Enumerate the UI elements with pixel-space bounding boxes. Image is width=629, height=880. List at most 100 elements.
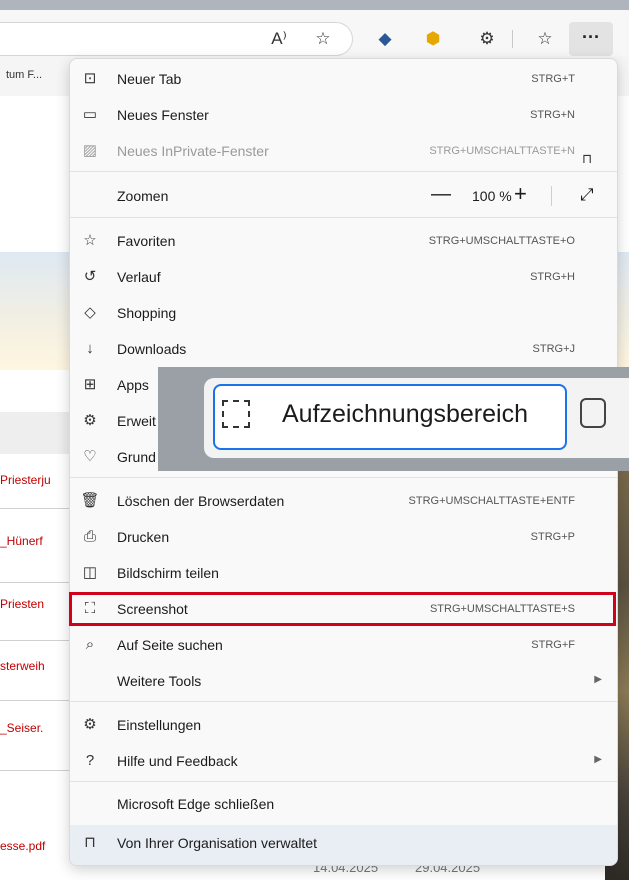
divider [0,640,70,641]
menu-item-label: Downloads [117,341,187,357]
menu-item-shortcut: STRG+J [532,343,575,355]
share-screen-icon: ◫ [82,564,98,581]
essentials-icon: ♡ [83,448,97,465]
menu-item-label: Grund [117,449,156,465]
read-aloud-icon[interactable]: A⁾ [266,26,292,52]
zoom-out-button[interactable]: — [431,183,451,206]
managed-lock-icon: ⊓ [582,151,593,166]
menu-item-favorites[interactable]: ☆ Favoriten STRG+UMSCHALTTASTE+O [70,223,617,259]
menu-divider [70,171,617,172]
apps-icon: ⊞ [83,376,97,393]
favorites-bar-item[interactable]: tum F... [6,69,42,81]
menu-divider [70,217,617,218]
divider [0,582,70,583]
menu-item-label: Neues Fenster [117,107,209,123]
menu-item-label: Favoriten [117,233,176,249]
menu-item-new-window[interactable]: ▭ Neues Fenster STRG+N [70,97,617,133]
help-icon: ? [85,752,95,769]
menu-item-downloads[interactable]: ↓ Downloads STRG+J [70,331,617,367]
menu-item-share-screen[interactable]: ◫ Bildschirm teilen [70,555,617,591]
settings-gear-icon: ⚙ [83,716,97,733]
menu-item-shortcut: STRG+P [530,531,575,543]
new-window-icon: ▭ [82,106,98,123]
menu-item-clear-browsing-data[interactable]: 🗑 Löschen der Browserdaten STRG+UMSCHALT… [70,483,617,519]
menu-item-shortcut: STRG+H [530,271,575,283]
page-link[interactable]: Priesten [0,597,44,611]
menu-item-label: Erweit [117,413,156,429]
briefcase-icon: ⊓ [84,834,96,851]
extension-badge-icon[interactable]: ⬢ [420,26,446,52]
menu-item-shortcut: STRG+N [530,109,575,121]
favorites-icon[interactable]: ☆ [532,26,558,52]
fullscreen-icon[interactable]: ⤢ [580,185,594,205]
new-tab-icon: ⊡ [83,70,97,87]
menu-item-label: Weitere Tools [117,673,202,689]
menu-item-zoom: Zoomen — 100 % + ⤢ [70,178,617,214]
menu-item-label: Einstellungen [117,717,202,733]
zoom-label: Zoomen [117,188,169,204]
download-icon: ↓ [86,340,94,357]
page-link[interactable]: _Hünerf [0,534,43,548]
menu-item-label: Verlauf [117,269,161,285]
history-icon: ↺ [83,268,97,285]
chevron-right-icon: ▶ [594,674,602,685]
menu-item-print[interactable]: ⎙ Drucken STRG+P [70,519,617,555]
chevron-right-icon: ▶ [594,754,602,765]
menu-item-shortcut: STRG+F [531,639,575,651]
favorite-star-icon[interactable]: ☆ [310,26,336,52]
menu-item-shopping[interactable]: ◇ Shopping [70,295,617,331]
zoom-level: 100 % [472,188,512,204]
menu-divider [70,477,617,478]
title-strip [0,0,629,10]
menu-item-shortcut: STRG+UMSCHALTTASTE+N [429,145,575,157]
capture-area-icon [222,400,250,428]
zoom-divider [551,186,552,206]
menu-item-shortcut: STRG+T [531,73,575,85]
extensions-icon: ⚙ [83,412,97,429]
menu-item-help-and-feedback[interactable]: ? Hilfe und Feedback ▶ [70,743,617,779]
capture-full-page-icon[interactable] [580,398,606,428]
extensions-icon[interactable]: ⚙ [474,26,500,52]
menu-item-find-on-page[interactable]: ⌕ Auf Seite suchen STRG+F [70,627,617,663]
menu-item-close-edge[interactable]: Microsoft Edge schließen [70,786,617,822]
page-link[interactable]: sterweih [0,659,45,673]
trash-icon: 🗑 [80,492,100,509]
menu-item-label: Neuer Tab [117,71,182,87]
menu-item-new-inprivate-window[interactable]: ▨ Neues InPrivate-Fenster STRG+UMSCHALTT… [70,133,617,169]
inprivate-icon: ▨ [82,142,98,159]
menu-item-label: Neues InPrivate-Fenster [117,143,269,159]
capture-area-label: Aufzeichnungsbereich [282,400,528,428]
find-on-page-icon: ⌕ [85,636,95,653]
menu-item-label: Hilfe und Feedback [117,753,238,769]
page-link[interactable]: _Seiser. [0,721,43,735]
page-link[interactable]: Priesterju [0,473,51,487]
page-link[interactable]: esse.pdf [0,839,45,853]
menu-item-new-tab[interactable]: ⊡ Neuer Tab STRG+T [70,61,617,97]
menu-item-history[interactable]: ↺ Verlauf STRG+H [70,259,617,295]
menu-item-settings[interactable]: ⚙ Einstellungen [70,707,617,743]
zoom-in-button[interactable]: + [514,181,527,207]
screenshot-highlight-box [69,592,616,626]
menu-item-label: Löschen der Browserdaten [117,493,285,509]
menu-item-label: Apps [117,377,149,393]
address-bar[interactable] [0,22,353,56]
menu-item-label: Von Ihrer Organisation verwaltet [117,835,317,851]
menu-item-shortcut: STRG+UMSCHALTTASTE+ENTF [408,495,575,507]
divider [0,700,70,701]
menu-item-label: Auf Seite suchen [117,637,223,653]
menu-item-label: Drucken [117,529,170,545]
divider [0,508,70,509]
menu-divider [70,701,617,702]
shopping-tag-icon: ◇ [84,304,96,321]
menu-item-managed-by-organization[interactable]: ⊓ Von Ihrer Organisation verwaltet [70,825,617,865]
more-menu-button[interactable]: ··· [569,22,613,56]
menu-item-label: Bildschirm teilen [117,565,219,581]
menu-item-more-tools[interactable]: Weitere Tools ▶ [70,663,617,699]
menu-item-label: Microsoft Edge schließen [117,796,275,812]
menu-item-shortcut: STRG+UMSCHALTTASTE+O [428,235,575,247]
divider [0,770,70,771]
extension-icon[interactable]: ◆ [372,26,398,52]
toolbar-divider [512,30,513,48]
menu-item-label: Shopping [117,305,177,321]
menu-divider [70,781,617,782]
